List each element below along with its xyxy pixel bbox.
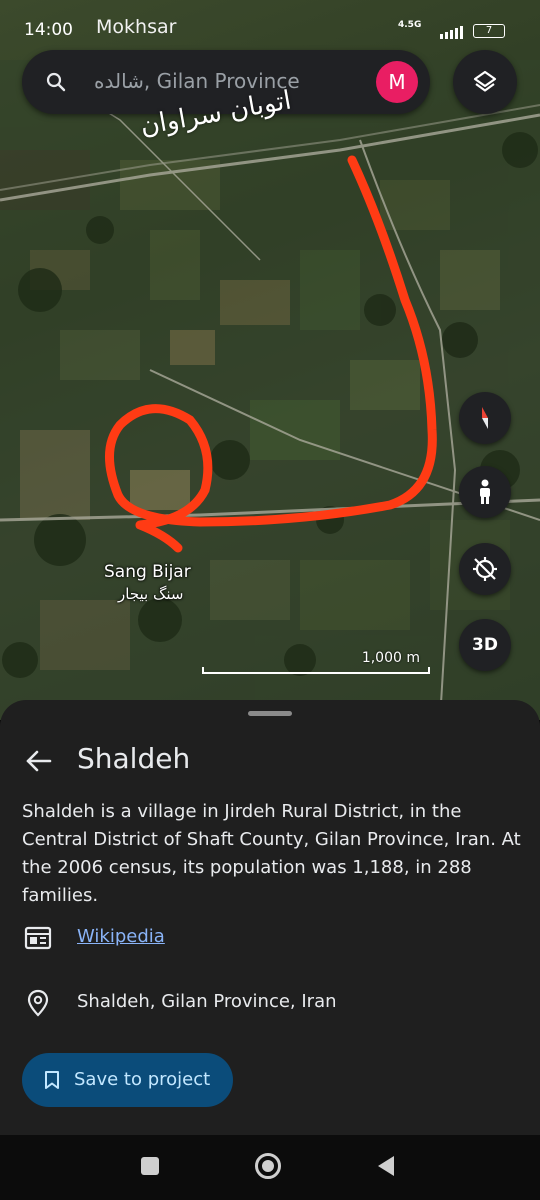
place-label-fa[interactable]: سنگ بیجار: [118, 585, 184, 603]
satellite-map[interactable]: 14:00 Mokhsar 4.5G 7 شالده, Gilan Provin…: [0, 0, 540, 720]
street-view-button[interactable]: [459, 466, 511, 518]
status-bar: 14:00 Mokhsar 4.5G 7: [0, 0, 540, 50]
system-nav-bar: [0, 1135, 540, 1200]
pegman-icon: [480, 479, 490, 504]
location-pin-icon: [27, 989, 49, 1017]
scale-label: 1,000 m: [361, 650, 420, 666]
back-arrow-icon[interactable]: [24, 748, 54, 774]
home-button[interactable]: [255, 1153, 281, 1179]
my-location-button[interactable]: [459, 543, 511, 595]
scale-bar: [202, 667, 430, 674]
place-description: Shaldeh is a village in Jirdeh Rural Dis…: [22, 801, 521, 906]
layers-icon: [473, 70, 497, 92]
map-scale: 1,000 m: [202, 650, 430, 676]
recents-button[interactable]: [141, 1157, 159, 1175]
place-address[interactable]: Shaldeh, Gilan Province, Iran: [77, 991, 337, 1012]
wikipedia-link[interactable]: Wikipedia: [77, 926, 165, 947]
save-button-label: Save to project: [74, 1069, 211, 1090]
place-details-sheet: Shaldeh Shaldeh is a village in Jirdeh R…: [0, 700, 540, 1135]
battery-icon: 7: [473, 24, 505, 38]
avatar[interactable]: M: [376, 61, 418, 103]
status-time: 14:00: [24, 20, 73, 40]
save-to-project-button[interactable]: Save to project: [22, 1053, 233, 1107]
layers-button[interactable]: [453, 50, 517, 114]
compass-icon: [482, 407, 488, 429]
place-title: Shaldeh: [77, 742, 191, 775]
bookmark-icon: [45, 1071, 59, 1089]
nav-back-button[interactable]: [376, 1155, 396, 1177]
compass-button[interactable]: [459, 392, 511, 444]
status-carrier: Mokhsar: [96, 16, 177, 38]
signal-icon: [440, 26, 463, 39]
drag-handle[interactable]: [248, 711, 292, 716]
place-label-en[interactable]: Sang Bijar: [104, 562, 191, 582]
location-off-icon: [473, 557, 497, 581]
search-icon: [46, 72, 66, 92]
network-type: 4.5G: [398, 20, 422, 30]
3d-toggle-button[interactable]: 3D: [459, 619, 511, 671]
article-icon: [24, 926, 52, 950]
